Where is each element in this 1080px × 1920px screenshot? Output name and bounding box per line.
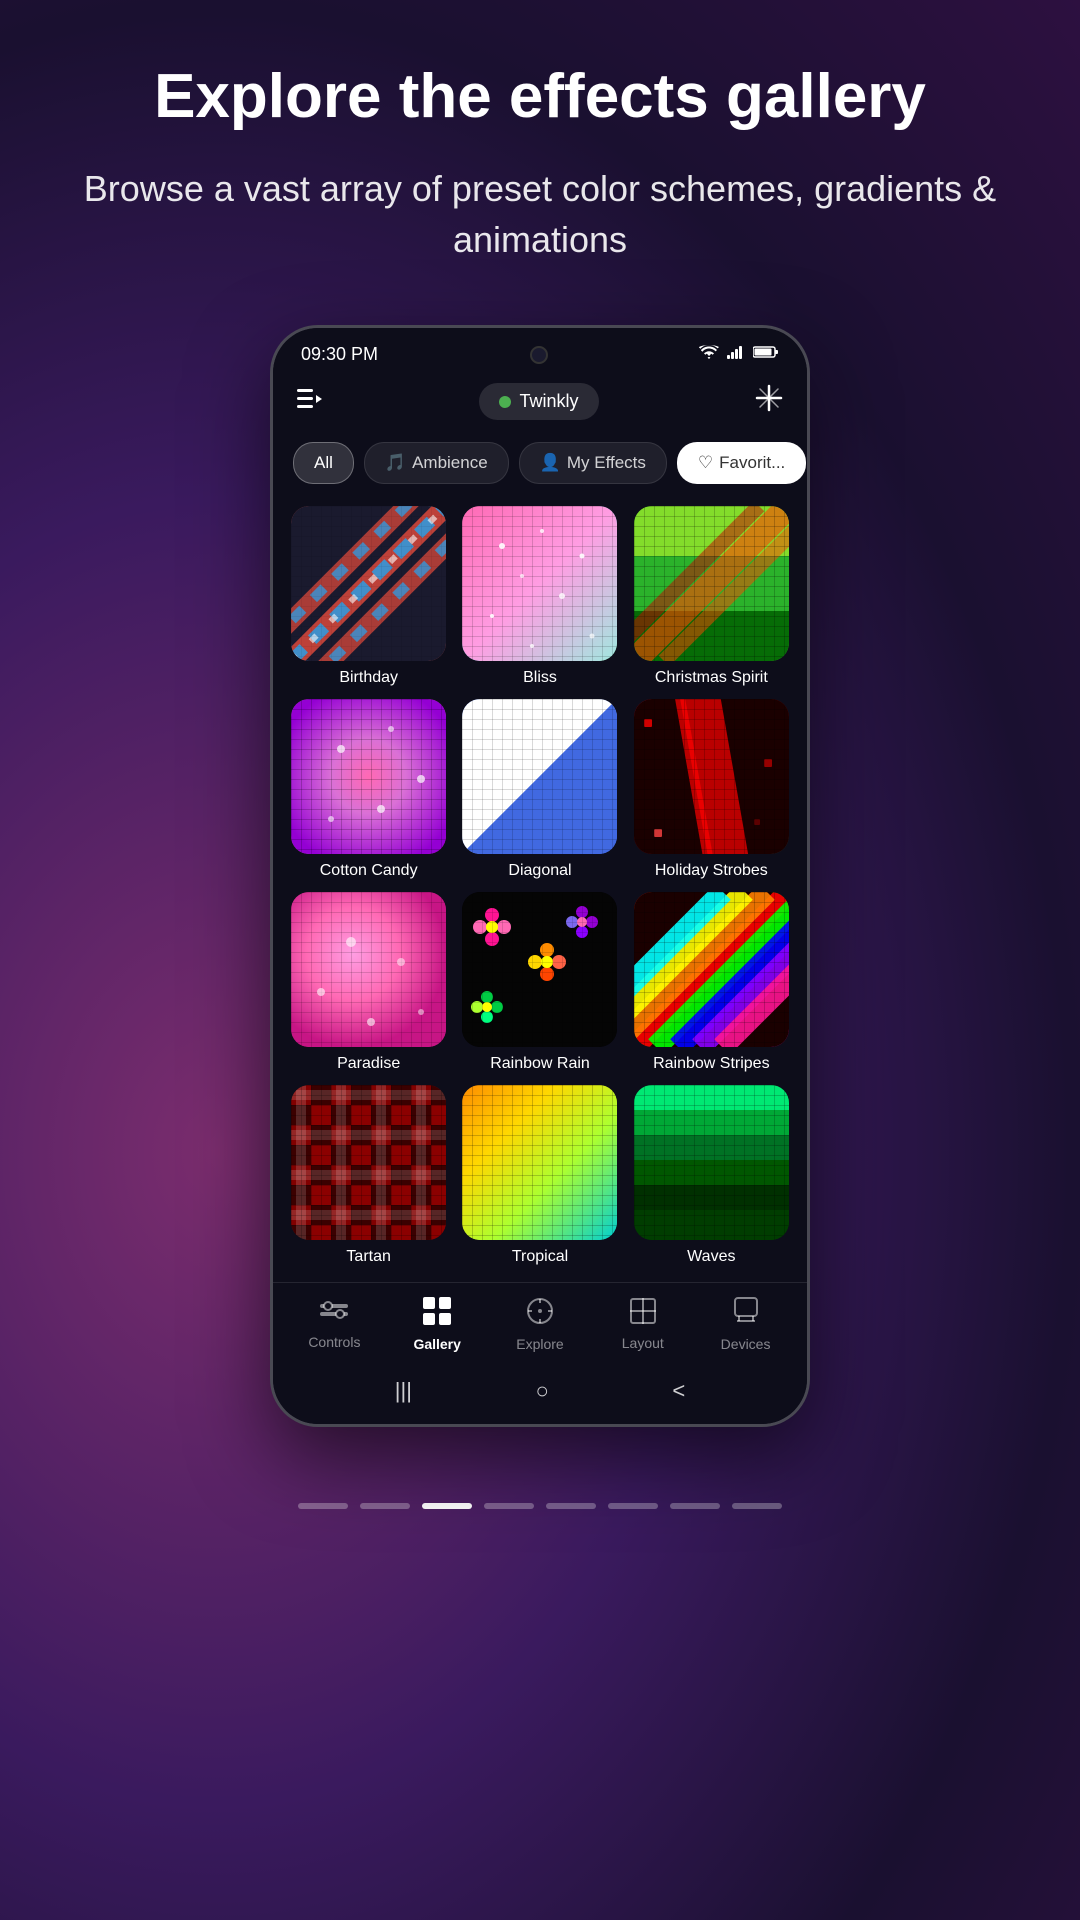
page-dot-4 xyxy=(484,1503,534,1509)
effect-thumbnail-tartan xyxy=(291,1085,446,1240)
devices-icon xyxy=(734,1297,758,1332)
list-item[interactable]: Birthday xyxy=(289,506,448,687)
list-item[interactable]: Cotton Candy xyxy=(289,699,448,880)
effect-thumbnail-diagonal xyxy=(462,699,617,854)
list-item[interactable]: Bliss xyxy=(460,506,619,687)
list-item[interactable]: Rainbow Stripes xyxy=(632,892,791,1073)
status-icons xyxy=(699,345,779,364)
battery-icon xyxy=(753,345,779,364)
page-dot-6 xyxy=(608,1503,658,1509)
page-dot-7 xyxy=(670,1503,720,1509)
effect-name: Tropical xyxy=(512,1248,568,1266)
effect-thumbnail-waves xyxy=(634,1085,789,1240)
nav-item-devices[interactable]: Devices xyxy=(706,1297,786,1352)
effect-thumbnail-birthday xyxy=(291,506,446,661)
effect-name: Tartan xyxy=(346,1248,390,1266)
nav-item-layout[interactable]: Layout xyxy=(603,1298,683,1351)
phone-frame: 09:30 PM xyxy=(270,325,810,1427)
list-item[interactable]: Tropical xyxy=(460,1085,619,1266)
back-button[interactable]: < xyxy=(672,1378,685,1404)
tab-ambience[interactable]: 🎵 Ambience xyxy=(364,442,509,484)
page-subtitle: Browse a vast array of preset color sche… xyxy=(80,164,1000,265)
nav-label-devices: Devices xyxy=(721,1336,771,1352)
status-time: 09:30 PM xyxy=(301,344,378,365)
status-bar: 09:30 PM xyxy=(273,328,807,373)
ambience-icon: 🎵 xyxy=(385,453,406,473)
effect-name: Birthday xyxy=(339,669,398,687)
heart-icon: ♡ xyxy=(698,453,713,473)
explore-icon xyxy=(526,1297,554,1332)
recent-apps-button[interactable]: ||| xyxy=(395,1378,412,1404)
nav-label-gallery: Gallery xyxy=(413,1336,460,1352)
page-indicators xyxy=(0,1487,1080,1539)
list-item[interactable]: Paradise xyxy=(289,892,448,1073)
connection-dot xyxy=(499,396,511,408)
signal-icon xyxy=(727,345,745,364)
playlist-icon[interactable] xyxy=(297,389,323,415)
filter-tabs: All 🎵 Ambience 👤 My Effects ♡ Favorit... xyxy=(273,434,807,498)
android-nav: ||| ○ < xyxy=(273,1362,807,1424)
page-dot-1 xyxy=(298,1503,348,1509)
nav-item-controls[interactable]: Controls xyxy=(294,1299,374,1350)
effect-thumbnail-bliss xyxy=(462,506,617,661)
nav-label-controls: Controls xyxy=(308,1334,360,1350)
effect-name: Rainbow Rain xyxy=(490,1055,590,1073)
effect-thumbnail-rainbow-rain xyxy=(462,892,617,1047)
list-item[interactable]: Rainbow Rain xyxy=(460,892,619,1073)
list-item[interactable]: Tartan xyxy=(289,1085,448,1266)
nav-label-explore: Explore xyxy=(516,1336,563,1352)
header-section: Explore the effects gallery Browse a vas… xyxy=(0,0,1080,305)
tab-all[interactable]: All xyxy=(293,442,354,484)
brand-label: Twinkly xyxy=(519,391,578,412)
effect-thumbnail-paradise xyxy=(291,892,446,1047)
tab-my-effects[interactable]: 👤 My Effects xyxy=(519,442,667,484)
home-button[interactable]: ○ xyxy=(536,1378,549,1404)
list-item[interactable]: Waves xyxy=(632,1085,791,1266)
effect-name: Diagonal xyxy=(508,862,571,880)
nav-label-layout: Layout xyxy=(622,1335,664,1351)
page-title: Explore the effects gallery xyxy=(80,60,1000,134)
page-dot-8 xyxy=(732,1503,782,1509)
effect-name: Christmas Spirit xyxy=(655,669,768,687)
effect-thumbnail-holiday xyxy=(634,699,789,854)
page-dot-5 xyxy=(546,1503,596,1509)
nav-item-explore[interactable]: Explore xyxy=(500,1297,580,1352)
tab-favorites[interactable]: ♡ Favorit... xyxy=(677,442,806,484)
effect-name: Paradise xyxy=(337,1055,400,1073)
effects-grid: Birthday xyxy=(273,498,807,1282)
effect-name: Rainbow Stripes xyxy=(653,1055,770,1073)
page-dot-2 xyxy=(360,1503,410,1509)
controls-icon xyxy=(320,1299,348,1330)
list-item[interactable]: Holiday Strobes xyxy=(632,699,791,880)
effect-name: Holiday Strobes xyxy=(655,862,768,880)
wifi-icon xyxy=(699,345,719,364)
page-dot-3[interactable] xyxy=(422,1503,472,1509)
effect-thumbnail-rainbow-stripes xyxy=(634,892,789,1047)
camera-cutout xyxy=(530,346,548,364)
effect-name: Bliss xyxy=(523,669,557,687)
phone-wrapper: 09:30 PM xyxy=(0,305,1080,1487)
app-top-bar: Twinkly xyxy=(273,373,807,434)
effect-thumbnail-christmas xyxy=(634,506,789,661)
effect-name: Cotton Candy xyxy=(320,862,418,880)
person-icon: 👤 xyxy=(540,453,561,473)
layout-icon xyxy=(630,1298,656,1331)
gallery-icon xyxy=(423,1297,451,1332)
connection-badge[interactable]: Twinkly xyxy=(479,383,598,420)
effect-thumbnail-tropical xyxy=(462,1085,617,1240)
effect-thumbnail-cotton-candy xyxy=(291,699,446,854)
list-item[interactable]: Diagonal xyxy=(460,699,619,880)
list-item[interactable]: Christmas Spirit xyxy=(632,506,791,687)
effect-name: Waves xyxy=(687,1248,735,1266)
nav-item-gallery[interactable]: Gallery xyxy=(397,1297,477,1352)
sparkle-icon[interactable] xyxy=(755,384,783,419)
bottom-nav: Controls Gallery xyxy=(273,1282,807,1362)
